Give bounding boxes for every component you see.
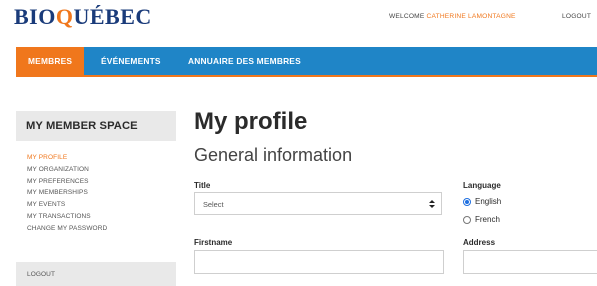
section-title: General information (194, 145, 353, 165)
sidebar-item-my-preferences[interactable]: MY PREFERENCES (27, 176, 107, 188)
user-name-link[interactable]: CATHERINE LAMONTAGNE (427, 13, 516, 20)
firstname-input[interactable] (194, 250, 444, 274)
radio-english-label: English (475, 197, 502, 206)
sidebar-menu: MY PROFILE MY ORGANIZATION MY PREFERENCE… (27, 152, 107, 235)
welcome-label: WELCOME (389, 13, 425, 20)
sidebar-item-my-events[interactable]: MY EVENTS (27, 199, 107, 211)
logo-prefix: BIO (14, 4, 56, 29)
title-select[interactable]: Select (194, 192, 442, 215)
language-label: Language (463, 181, 501, 190)
radio-english[interactable] (463, 198, 471, 206)
radio-french[interactable] (463, 216, 471, 224)
sidebar-item-my-memberships[interactable]: MY MEMBERSHIPS (27, 187, 107, 199)
member-sidebar: MY MEMBER SPACE MY PROFILE MY ORGANIZATI… (16, 111, 178, 286)
sidebar-title: MY MEMBER SPACE (26, 120, 138, 132)
nav-item-evenements[interactable]: ÉVÉNEMENTS (101, 47, 161, 75)
sidebar-item-my-profile[interactable]: MY PROFILE (27, 152, 107, 164)
logo-accent: Q (55, 4, 74, 29)
bioquebec-logo[interactable]: BIOQUÉBEC (14, 4, 152, 30)
nav-item-membres[interactable]: MEMBRES (16, 47, 85, 75)
select-arrows-icon (429, 200, 435, 208)
title-label: Title (194, 181, 211, 190)
title-select-value: Select (203, 200, 224, 209)
sidebar-item-change-password[interactable]: CHANGE MY PASSWORD (27, 223, 107, 235)
page-title: My profile (194, 108, 308, 135)
address-label: Address (463, 238, 496, 247)
sidebar-item-my-organization[interactable]: MY ORGANIZATION (27, 164, 107, 176)
main-navigation: MEMBRES ÉVÉNEMENTS ANNUAIRE DES MEMBRES (16, 47, 597, 77)
sidebar-logout-label: LOGOUT (27, 271, 56, 278)
sidebar-logout-button[interactable]: LOGOUT (16, 262, 176, 286)
welcome-message: WELCOME CATHERINE LAMONTAGNE (389, 13, 516, 20)
logo-suffix: UÉBEC (73, 4, 152, 29)
firstname-label: Firstname (194, 238, 233, 247)
radio-french-label: French (475, 215, 500, 224)
address-input[interactable] (463, 250, 597, 274)
sidebar-item-my-transactions[interactable]: MY TRANSACTIONS (27, 211, 107, 223)
nav-item-annuaire[interactable]: ANNUAIRE DES MEMBRES (188, 47, 301, 75)
sidebar-header: MY MEMBER SPACE (16, 111, 176, 141)
header-logout-link[interactable]: LOGOUT (562, 13, 591, 20)
